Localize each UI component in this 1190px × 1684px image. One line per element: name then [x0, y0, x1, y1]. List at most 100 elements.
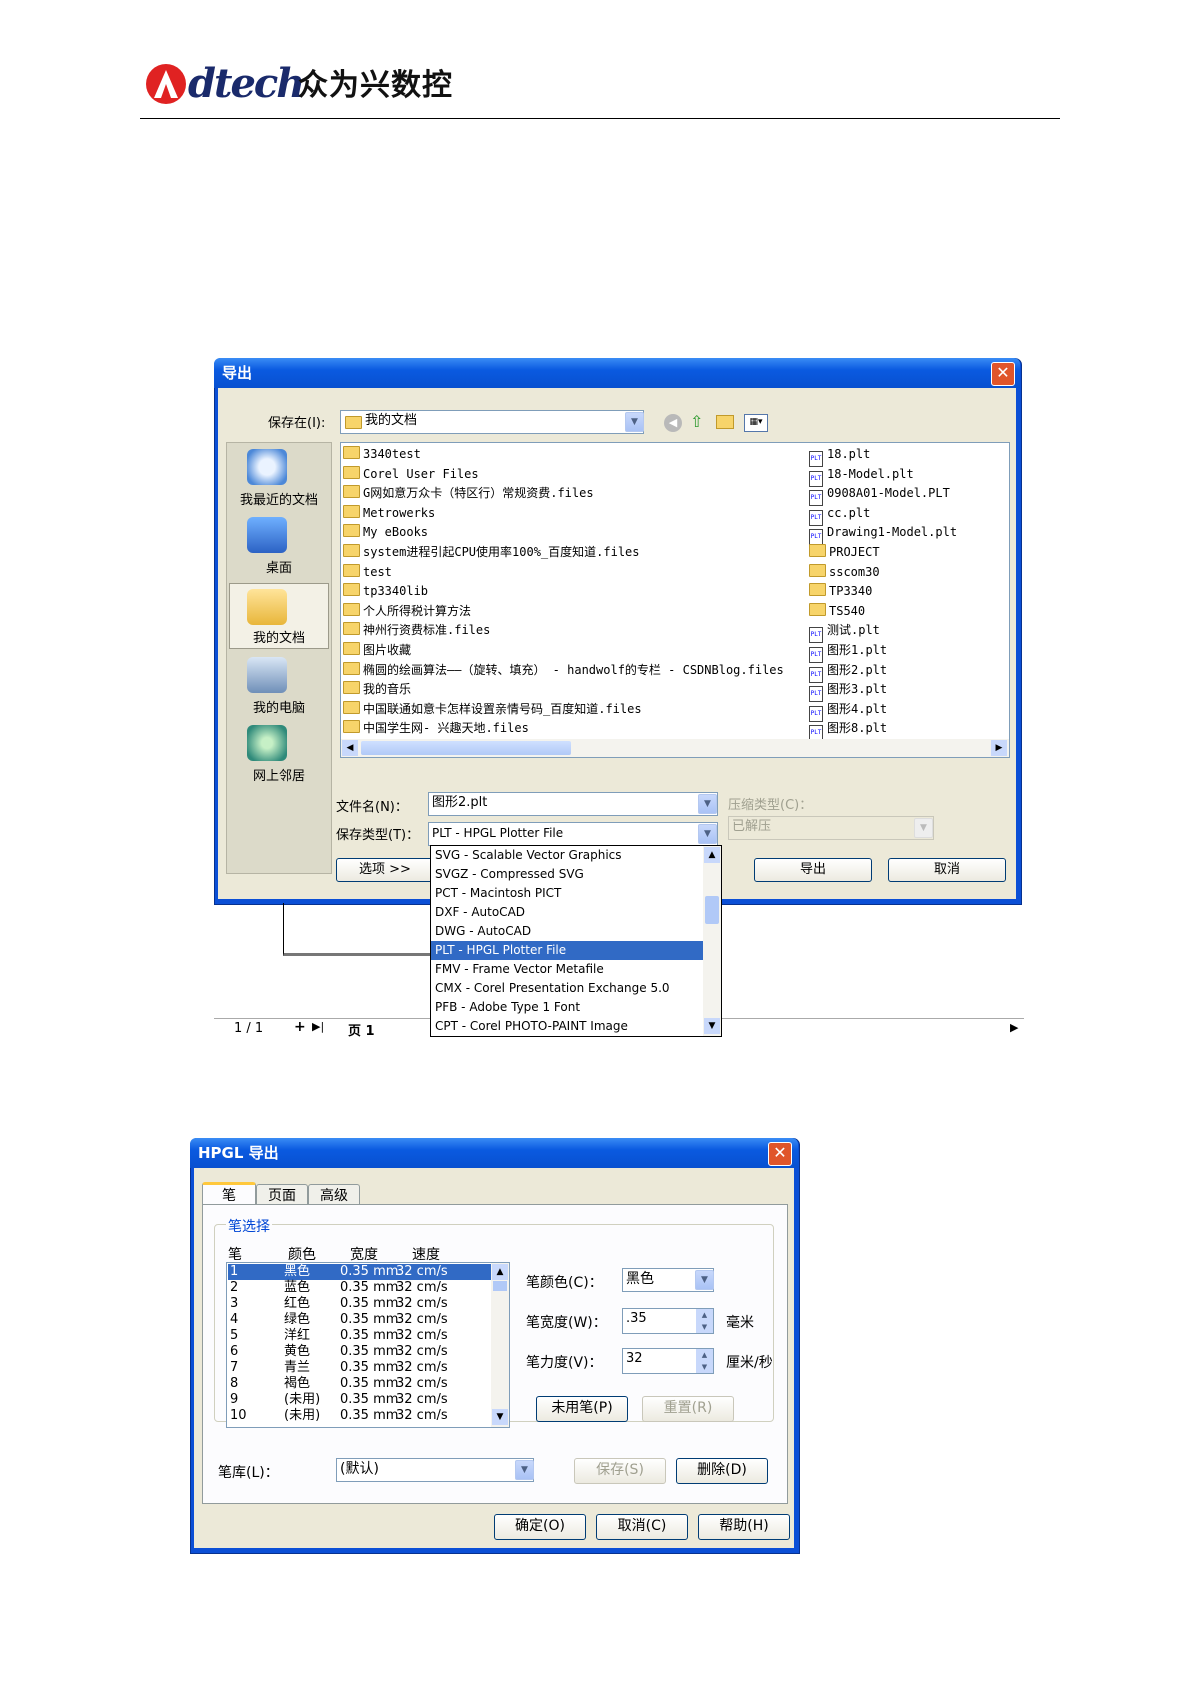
scroll-down-icon[interactable]: ▼ [704, 1018, 720, 1034]
pen-row[interactable]: 6 黄色 0.35 mm 32 cm/s [228, 1344, 491, 1360]
file-list-item[interactable]: 中国学生网- 兴趣天地.files [343, 719, 529, 738]
back-icon[interactable]: ◀ [664, 414, 682, 432]
file-list-item[interactable]: Metrowerks [343, 504, 435, 523]
filetype-option[interactable]: DXF - AutoCAD [431, 903, 703, 922]
new-folder-icon[interactable] [716, 415, 734, 429]
file-list-item[interactable]: 中国联通如意卡怎样设置亲情号码_百度知道.files [343, 700, 642, 719]
filetype-dropdown-icon[interactable]: ▼ [698, 824, 717, 844]
file-list-item[interactable]: PLT Drawing1-Model.plt [809, 523, 957, 546]
pen-row[interactable]: 1 黑色 0.35 mm 32 cm/s [228, 1264, 491, 1280]
pen-force-spinner[interactable]: ▲ ▼ [696, 1349, 713, 1373]
help-button[interactable]: 帮助(H) [698, 1514, 790, 1540]
file-list-item[interactable]: 个人所得税计算方法 [343, 602, 471, 621]
scroll-left-button[interactable]: ◀ [342, 740, 358, 756]
pen-row[interactable]: 10 (未用) 0.35 mm 32 cm/s [228, 1408, 491, 1424]
pen-row[interactable]: 2 蓝色 0.35 mm 32 cm/s [228, 1280, 491, 1296]
file-list-item[interactable]: test [343, 563, 392, 582]
unused-pen-button[interactable]: 未用笔(P) [536, 1396, 628, 1422]
pen-scroll-down-icon[interactable]: ▼ [492, 1409, 508, 1425]
file-list-item[interactable]: PLT 18-Model.plt [809, 465, 914, 487]
nav-desktop[interactable]: 桌面 [229, 557, 329, 576]
ok-button[interactable]: 确定(O) [494, 1514, 586, 1540]
chevron-down-icon[interactable]: ▼ [625, 412, 644, 432]
filetype-option[interactable]: SVG - Scalable Vector Graphics [431, 846, 703, 865]
pen-color-dropdown-icon[interactable]: ▼ [695, 1270, 714, 1290]
pen-row[interactable]: 7 青兰 0.35 mm 32 cm/s [228, 1360, 491, 1376]
nav-my-documents[interactable]: 我的文档 [229, 627, 329, 646]
filetype-option[interactable]: CMX - Corel Presentation Exchange 5.0 [431, 979, 703, 998]
file-list-item[interactable]: PLT 图形1.plt [809, 641, 887, 663]
pen-row[interactable]: 3 红色 0.35 mm 32 cm/s [228, 1296, 491, 1312]
file-list-item[interactable]: 椭圆的绘画算法——（旋转、填充） - handwolf的专栏 - CSDNBlo… [343, 661, 784, 680]
file-list-item[interactable]: 神州行资费标准.files [343, 621, 490, 640]
file-list-item[interactable]: TS540 [809, 602, 865, 621]
file-list-item[interactable]: My eBooks [343, 523, 428, 542]
filetype-option[interactable]: PFB - Adobe Type 1 Font [431, 998, 703, 1017]
pen-row[interactable]: 5 洋红 0.35 mm 32 cm/s [228, 1328, 491, 1344]
close-button[interactable]: ✕ [991, 362, 1015, 386]
nav-recent[interactable]: 我最近的文档 [229, 489, 329, 508]
filename-dropdown-icon[interactable]: ▼ [698, 794, 717, 814]
file-list-item[interactable]: TP3340 [809, 582, 872, 601]
delete-button[interactable]: 删除(D) [676, 1458, 768, 1484]
file-list-item[interactable]: 我的音乐 [343, 680, 411, 699]
desktop-icon[interactable] [247, 517, 287, 553]
pen-row[interactable]: 9 (未用) 0.35 mm 32 cm/s [228, 1392, 491, 1408]
file-list-item[interactable]: PROJECT [809, 543, 880, 562]
pen-row[interactable]: 8 褐色 0.35 mm 32 cm/s [228, 1376, 491, 1392]
scroll-up-icon[interactable]: ▲ [704, 847, 720, 863]
hpgl-cancel-button[interactable]: 取消(C) [596, 1514, 688, 1540]
my-computer-icon[interactable] [247, 657, 287, 693]
up-folder-icon[interactable]: ⇧ [690, 412, 710, 432]
nav-network[interactable]: 网上邻居 [229, 765, 329, 784]
last-page-icon[interactable]: ▶| [312, 1020, 324, 1033]
tab-advanced[interactable]: 高级 [308, 1184, 360, 1205]
save-in-select[interactable]: 我的文档 [340, 410, 644, 434]
scroll-thumb[interactable] [361, 741, 571, 755]
nav-my-computer[interactable]: 我的电脑 [229, 697, 329, 716]
dropdown-scrollbar[interactable]: ▲ ▼ [703, 846, 721, 1036]
pen-list-scrollbar[interactable]: ▲ ▼ [491, 1263, 509, 1427]
file-list[interactable]: 3340test Corel User Files G网如意万众卡（特区行）常规资费… [340, 442, 1010, 758]
file-list-item[interactable]: PLT 测试.plt [809, 621, 880, 644]
file-list-item[interactable]: PLT 图形8.plt [809, 719, 887, 742]
filetype-option[interactable]: PLT - HPGL Plotter File [431, 941, 703, 960]
network-icon[interactable] [247, 725, 287, 761]
file-list-item[interactable]: Corel User Files [343, 465, 479, 484]
file-list-item[interactable]: G网如意万众卡（特区行）常规资费.files [343, 484, 594, 503]
my-documents-icon[interactable] [247, 589, 287, 625]
filetype-option[interactable]: DWG - AutoCAD [431, 922, 703, 941]
cancel-button[interactable]: 取消 [888, 858, 1006, 882]
file-list-item[interactable]: PLT 18.plt [809, 445, 870, 467]
file-list-item[interactable]: PLT 图形4.plt [809, 700, 887, 722]
file-list-item[interactable]: sscom30 [809, 563, 880, 582]
scroll-right-icon[interactable]: ▶ [1010, 1021, 1018, 1034]
file-list-item[interactable]: PLT 图形2.plt [809, 661, 887, 683]
file-list-item[interactable]: 3340test [343, 445, 421, 464]
pen-scroll-thumb[interactable] [493, 1281, 507, 1291]
filetype-option[interactable]: FMV - Frame Vector Metafile [431, 960, 703, 979]
horizontal-scrollbar[interactable]: ◀ ▶ [341, 739, 1009, 757]
pen-scroll-up-icon[interactable]: ▲ [492, 1264, 508, 1280]
filetype-option[interactable]: PCT - Macintosh PICT [431, 884, 703, 903]
file-list-item[interactable]: 图片收藏 [343, 641, 411, 660]
pen-library-dropdown-icon[interactable]: ▼ [515, 1460, 534, 1480]
file-list-item[interactable]: PLT 0908A01-Model.PLT [809, 484, 950, 507]
file-list-item[interactable]: system进程引起CPU使用率100%_百度知道.files [343, 543, 640, 562]
filetype-option[interactable]: CPT - Corel PHOTO-PAINT Image [431, 1017, 703, 1036]
dropdown-scroll-thumb[interactable] [705, 896, 719, 924]
filetype-dropdown-list[interactable]: SVG - Scalable Vector Graphics SVGZ - Com… [430, 845, 722, 1037]
add-page-icon[interactable]: + [294, 1019, 306, 1035]
pen-width-spinner[interactable]: ▲ ▼ [696, 1309, 713, 1333]
hpgl-close-button[interactable]: ✕ [768, 1142, 792, 1166]
pen-library-select[interactable]: (默认) [336, 1458, 534, 1482]
page-tab[interactable]: 页 1 [348, 1020, 375, 1039]
file-list-item[interactable]: tp3340lib [343, 582, 428, 601]
pen-list[interactable]: 1 黑色 0.35 mm 32 cm/s 2 蓝色 0.35 mm 32 cm/s 3 红色 0.3… [226, 1262, 510, 1428]
pen-row[interactable]: 4 绿色 0.35 mm 32 cm/s [228, 1312, 491, 1328]
filename-input[interactable]: 图形2.plt [428, 792, 718, 816]
file-list-item[interactable]: PLT cc.plt [809, 504, 870, 526]
tab-page[interactable]: 页面 [256, 1184, 308, 1205]
export-button[interactable]: 导出 [754, 858, 872, 882]
filetype-option[interactable]: SVGZ - Compressed SVG [431, 865, 703, 884]
